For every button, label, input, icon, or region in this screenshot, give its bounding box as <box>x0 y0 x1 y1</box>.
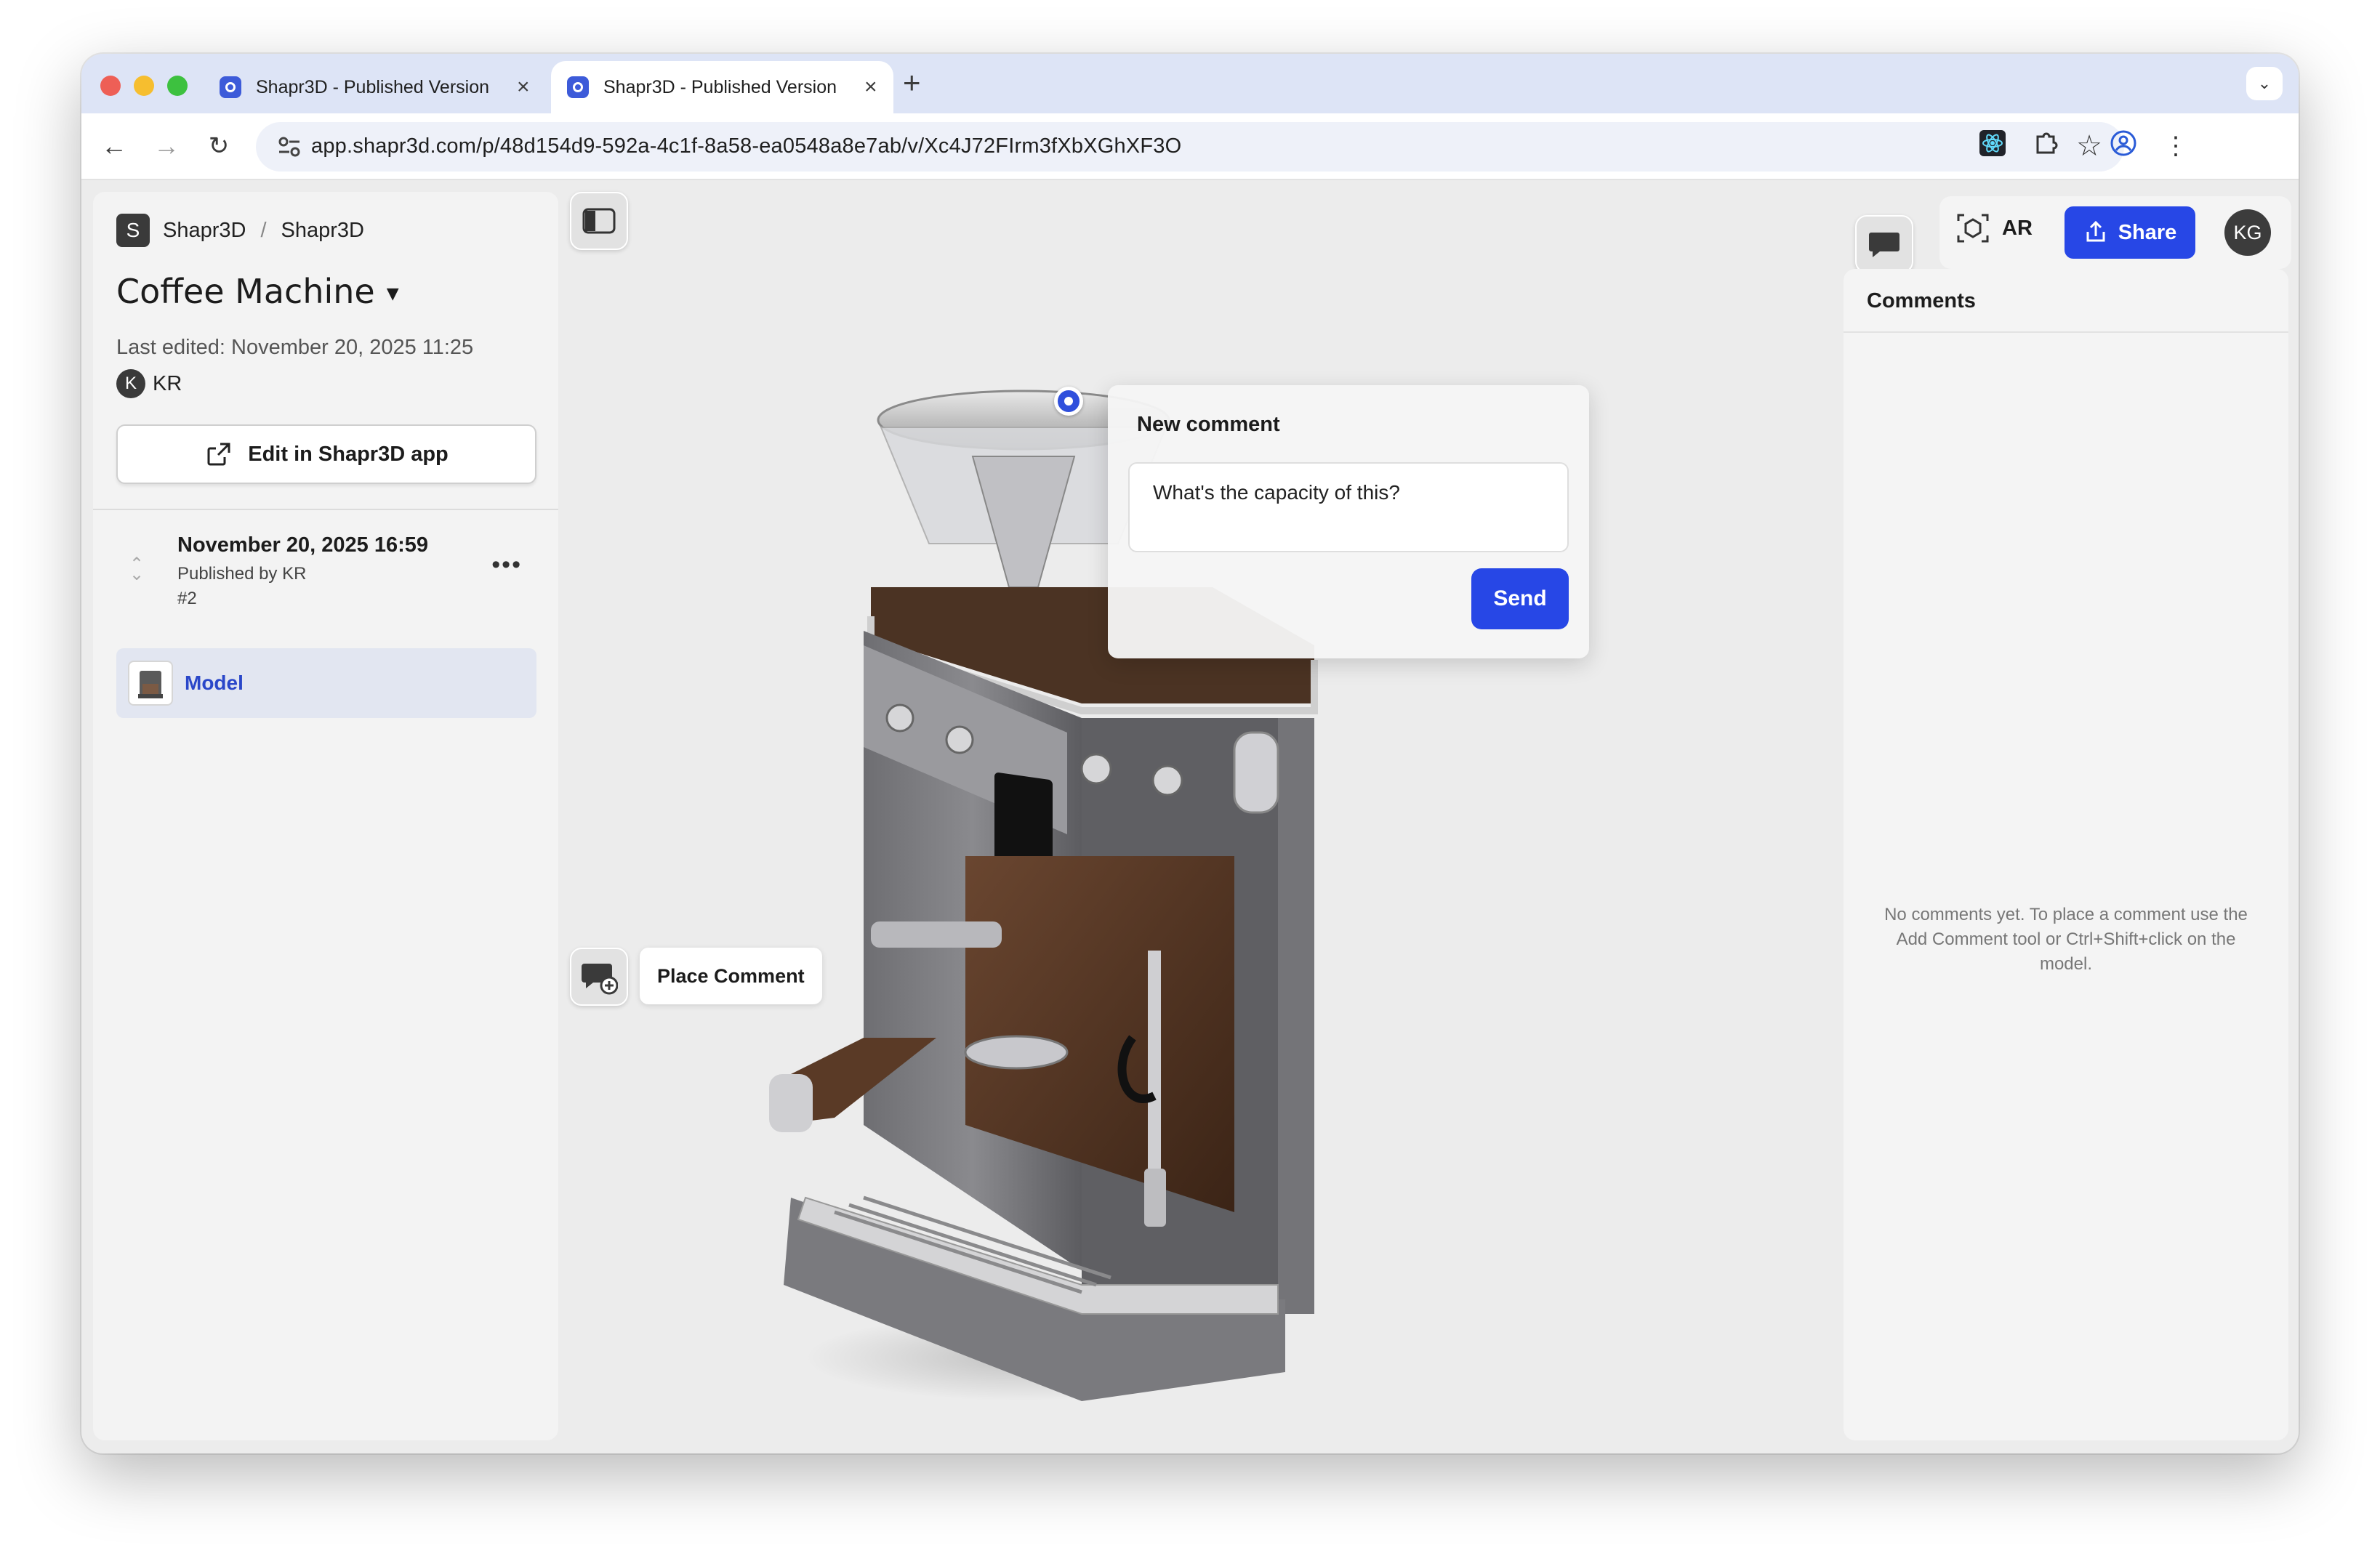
version-date: November 20, 2025 16:59 <box>177 533 428 557</box>
caret-down-icon: ▼ <box>386 285 399 303</box>
comment-pin[interactable] <box>1054 387 1083 416</box>
comment-input[interactable]: What's the capacity of this? <box>1128 462 1569 552</box>
shapr3d-favicon-icon <box>220 76 241 98</box>
breadcrumb-workspace[interactable]: Shapr3D <box>163 219 246 243</box>
top-actions: AR Share KG <box>1939 196 2291 269</box>
extensions-puzzle-icon[interactable] <box>2030 129 2063 163</box>
ar-button[interactable]: AR <box>1955 211 2033 246</box>
address-bar[interactable]: app.shapr3d.com/p/48d154d9-592a-4c1f-8a5… <box>256 122 2124 172</box>
tab-title: Shapr3D - Published Version <box>256 76 490 97</box>
ar-icon <box>1957 214 1989 243</box>
breadcrumb-project[interactable]: Shapr3D <box>281 219 364 243</box>
chevron-up-down-icon: ⌃ ⌄ <box>129 554 145 584</box>
document-title[interactable]: Coffee Machine ▼ <box>116 272 399 311</box>
send-button[interactable]: Send <box>1471 568 1569 629</box>
tab-bar: Shapr3D - Published Version × Shapr3D - … <box>81 54 2299 113</box>
url-text: app.shapr3d.com/p/48d154d9-592a-4c1f-8a5… <box>311 134 1182 158</box>
left-sidebar: S Shapr3D / Shapr3D Coffee Machine ▼ Last… <box>93 192 558 1440</box>
version-selector[interactable]: ⌃ ⌄ November 20, 2025 16:59 Published by … <box>116 533 536 621</box>
model-viewport[interactable]: Place Comment <box>558 180 1913 1453</box>
browser-menu-icon[interactable]: ⋮ <box>2159 129 2192 163</box>
comments-panel: Comments No comments yet. To place a com… <box>1844 269 2288 1440</box>
place-comment-tooltip: Place Comment <box>640 948 822 1004</box>
new-tab-icon[interactable]: + <box>903 65 921 100</box>
divider <box>93 509 558 510</box>
workspace-avatar: S <box>116 214 150 247</box>
edit-in-app-label: Edit in Shapr3D app <box>248 442 449 466</box>
tab-close-icon[interactable]: × <box>864 75 877 100</box>
author-avatar: K <box>116 369 145 398</box>
new-comment-popup: New comment What's the capacity of this?… <box>1108 385 1589 658</box>
version-number: #2 <box>177 589 197 608</box>
add-comment-icon <box>582 964 618 995</box>
breadcrumb-separator: / <box>260 218 267 242</box>
edit-in-app-button[interactable]: Edit in Shapr3D app <box>116 424 536 484</box>
bookmark-star-icon[interactable]: ☆ <box>2076 129 2102 163</box>
shapr3d-favicon-icon <box>567 76 589 98</box>
browser-tab[interactable]: Shapr3D - Published Version × <box>204 61 546 113</box>
browser-window: Shapr3D - Published Version × Shapr3D - … <box>81 54 2299 1453</box>
ar-label: AR <box>2002 216 2033 240</box>
model-thumbnail <box>128 661 173 706</box>
document-title-text: Coffee Machine <box>116 272 375 311</box>
site-settings-icon[interactable] <box>276 134 302 160</box>
browser-tab-active[interactable]: Shapr3D - Published Version × <box>551 61 893 113</box>
sidebar-item-label: Model <box>185 671 244 694</box>
forward-arrow-icon[interactable]: → <box>148 128 185 164</box>
coffee-machine-model[interactable] <box>558 180 1896 1453</box>
tab-close-icon[interactable]: × <box>517 75 530 100</box>
breadcrumb: S Shapr3D / Shapr3D <box>116 214 364 247</box>
share-button[interactable]: Share <box>2065 206 2195 259</box>
sidebar-icon <box>582 208 616 234</box>
place-comment-button[interactable] <box>570 948 628 1006</box>
tab-search-icon[interactable]: ⌄ <box>2246 67 2283 100</box>
browser-toolbar: ← → ↻ app.shapr3d.com/p/48d154d9-592a-4c… <box>81 113 2299 180</box>
maximize-window-button[interactable] <box>167 76 188 96</box>
comments-toggle-button[interactable] <box>1855 215 1913 273</box>
new-comment-title: New comment <box>1137 413 1280 436</box>
reload-icon[interactable]: ↻ <box>201 128 237 164</box>
external-link-icon <box>207 443 230 466</box>
comments-title: Comments <box>1844 269 2288 333</box>
share-icon <box>2086 220 2105 242</box>
comments-empty-state: No comments yet. To place a comment use … <box>1884 905 2248 974</box>
minimize-window-button[interactable] <box>134 76 154 96</box>
version-publisher: Published by KR <box>177 564 307 584</box>
comment-icon <box>1869 233 1899 257</box>
more-options-icon[interactable]: ••• <box>491 551 522 579</box>
share-label: Share <box>2118 220 2177 244</box>
author-name: KR <box>153 371 182 395</box>
react-devtools-icon[interactable] <box>1976 129 2009 163</box>
toggle-sidebar-button[interactable] <box>570 192 628 250</box>
last-edited-text: Last edited: November 20, 2025 11:25 <box>116 336 474 359</box>
user-avatar[interactable]: KG <box>2224 209 2271 256</box>
profile-icon[interactable] <box>2107 129 2140 163</box>
back-arrow-icon[interactable]: ← <box>96 128 132 164</box>
close-window-button[interactable] <box>100 76 121 96</box>
tab-title: Shapr3D - Published Version <box>603 76 837 97</box>
sidebar-item-model[interactable]: Model <box>116 648 536 718</box>
author: K KR <box>116 369 182 398</box>
